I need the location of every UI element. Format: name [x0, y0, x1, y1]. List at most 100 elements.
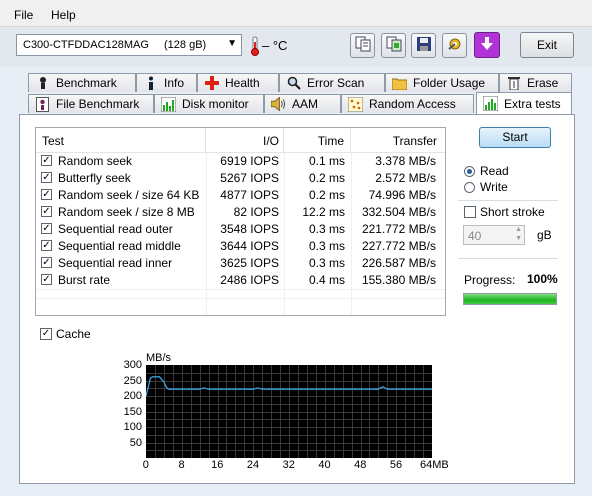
row-transfer: 155.380 MB/s	[361, 273, 436, 287]
disk-monitor-icon	[161, 96, 176, 112]
short-stroke-label: Short stroke	[480, 205, 545, 219]
stepper-down-icon[interactable]: ▼	[515, 235, 522, 242]
error-scan-icon	[286, 76, 301, 91]
y-axis-label: MB/s	[146, 352, 172, 364]
x-tick-label: 16	[211, 459, 224, 471]
row-test: Random seek	[58, 154, 133, 168]
row-checkbox[interactable]: ✓	[41, 172, 52, 183]
x-tick-label: 64MB	[420, 459, 449, 471]
row-time: 0.3 ms	[308, 239, 345, 253]
options-icon	[447, 36, 463, 55]
stepper-unit: gB	[537, 228, 552, 242]
temperature-value: – °C	[262, 38, 288, 53]
transfer-chart	[145, 365, 432, 458]
table-row[interactable]: ✓ Butterfly seek 5267 IOPS 0.2 ms 2.572 MB/s	[36, 170, 445, 187]
row-checkbox[interactable]: ✓	[41, 257, 52, 268]
divider	[458, 200, 558, 201]
x-tick-label: 56	[389, 459, 403, 471]
divider	[458, 258, 558, 259]
thermometer-icon	[250, 36, 260, 59]
results-table: Test I/O Time Transfer ✓ Random seek 6919 …	[35, 127, 446, 316]
row-checkbox[interactable]: ✓	[41, 240, 52, 251]
row-checkbox[interactable]: ✓	[41, 223, 52, 234]
cache-checkbox[interactable]: ✓	[40, 328, 52, 340]
row-checkbox[interactable]: ✓	[41, 189, 52, 200]
read-label: Read	[480, 164, 509, 178]
table-row[interactable]: ✓ Random seek / size 8 MB 82 IOPS 12.2 ms 33…	[36, 204, 445, 221]
table-row[interactable]: ✓ Sequential read inner 3625 IOPS 0.3 ms 226…	[36, 255, 445, 272]
row-transfer: 227.772 MB/s	[361, 239, 436, 253]
table-row[interactable]: ✓ Random seek / size 64 KB 4877 IOPS 0.2 ms…	[36, 187, 445, 204]
row-time: 0.2 ms	[308, 188, 345, 202]
table-row[interactable]: ✓ Sequential read outer 3548 IOPS 0.3 ms 221…	[36, 221, 445, 238]
tab-erase[interactable]: Erase	[499, 73, 572, 92]
tab-folder-usage[interactable]: Folder Usage	[385, 73, 499, 92]
row-test: Sequential read inner	[58, 256, 173, 270]
x-tick-label: 40	[318, 459, 331, 471]
column-header-test[interactable]: Test	[36, 128, 206, 152]
table-row[interactable]: ✓ Sequential read middle 3644 IOPS 0.3 ms 22…	[36, 238, 445, 255]
progress-value: 100%	[527, 272, 558, 286]
tab-file-benchmark[interactable]: File Benchmark	[28, 94, 154, 113]
row-io: 2486 IOPS	[220, 273, 279, 287]
tab-extra-tests[interactable]: Extra tests	[476, 92, 572, 114]
column-divider	[284, 153, 285, 315]
health-icon	[204, 76, 219, 91]
short-stroke-checkbox[interactable]	[464, 206, 476, 218]
copy-screenshot-button[interactable]	[381, 33, 406, 58]
row-test: Burst rate	[58, 273, 111, 287]
tab-benchmark[interactable]: Benchmark	[28, 73, 136, 92]
column-header-time[interactable]: Time	[284, 128, 351, 152]
random-access-icon	[348, 96, 363, 112]
tab-label: Disk monitor	[182, 97, 249, 111]
erase-icon	[506, 76, 521, 91]
folder-icon	[392, 76, 407, 91]
download-button[interactable]	[474, 32, 500, 58]
x-tick-label: 32	[282, 459, 295, 471]
row-time: 0.4 ms	[308, 273, 345, 287]
row-checkbox[interactable]: ✓	[41, 155, 52, 166]
menu-help[interactable]: Help	[51, 8, 76, 22]
row-io: 3548 IOPS	[220, 222, 279, 236]
row-checkbox[interactable]: ✓	[41, 274, 52, 285]
row-time: 0.3 ms	[308, 256, 345, 270]
menu-file[interactable]: File	[14, 8, 33, 22]
row-io: 5267 IOPS	[220, 171, 279, 185]
read-radio[interactable]	[464, 166, 475, 177]
drive-select[interactable]: C300-CTFDDAC128MAG (128 gB) ▼	[16, 34, 242, 56]
write-radio[interactable]	[464, 182, 475, 193]
options-button[interactable]	[442, 33, 467, 58]
column-divider	[206, 153, 207, 315]
y-tick-label: 300	[123, 359, 142, 371]
cache-label: Cache	[56, 327, 91, 341]
tab-info[interactable]: Info	[136, 73, 197, 92]
tab-aam[interactable]: AAM	[264, 94, 341, 113]
row-checkbox[interactable]: ✓	[41, 206, 52, 217]
column-header-io[interactable]: I/O	[206, 128, 284, 152]
download-icon	[479, 36, 495, 55]
tab-label: Health	[225, 76, 260, 90]
x-tick-label: 0	[142, 459, 149, 471]
table-row[interactable]: ✓ Burst rate 2486 IOPS 0.4 ms 155.380 MB/s	[36, 272, 445, 289]
save-button[interactable]	[411, 33, 436, 58]
exit-button[interactable]: Exit	[520, 32, 574, 58]
row-divider	[36, 298, 445, 299]
copy-text-button[interactable]	[350, 33, 375, 58]
start-button[interactable]: Start	[479, 127, 551, 148]
table-row[interactable]: ✓ Random seek 6919 IOPS 0.1 ms 3.378 MB/s	[36, 153, 445, 170]
row-transfer: 74.996 MB/s	[368, 188, 436, 202]
tab-disk-monitor[interactable]: Disk monitor	[154, 94, 264, 113]
write-label: Write	[480, 180, 508, 194]
tab-health[interactable]: Health	[197, 73, 279, 92]
tab-label: Erase	[527, 76, 559, 90]
tab-label: AAM	[292, 97, 319, 111]
y-tick-label: 250	[123, 374, 142, 387]
tab-label: Extra tests	[504, 96, 561, 111]
stepper-up-icon[interactable]: ▲	[515, 226, 522, 233]
progress-bar	[463, 293, 557, 305]
column-header-transfer[interactable]: Transfer	[351, 128, 445, 152]
tab-random-access[interactable]: Random Access	[341, 94, 474, 113]
benchmark-icon	[35, 76, 50, 91]
tab-error-scan[interactable]: Error Scan	[279, 73, 385, 92]
short-stroke-stepper[interactable]: 40 ▲ ▼	[463, 225, 525, 245]
